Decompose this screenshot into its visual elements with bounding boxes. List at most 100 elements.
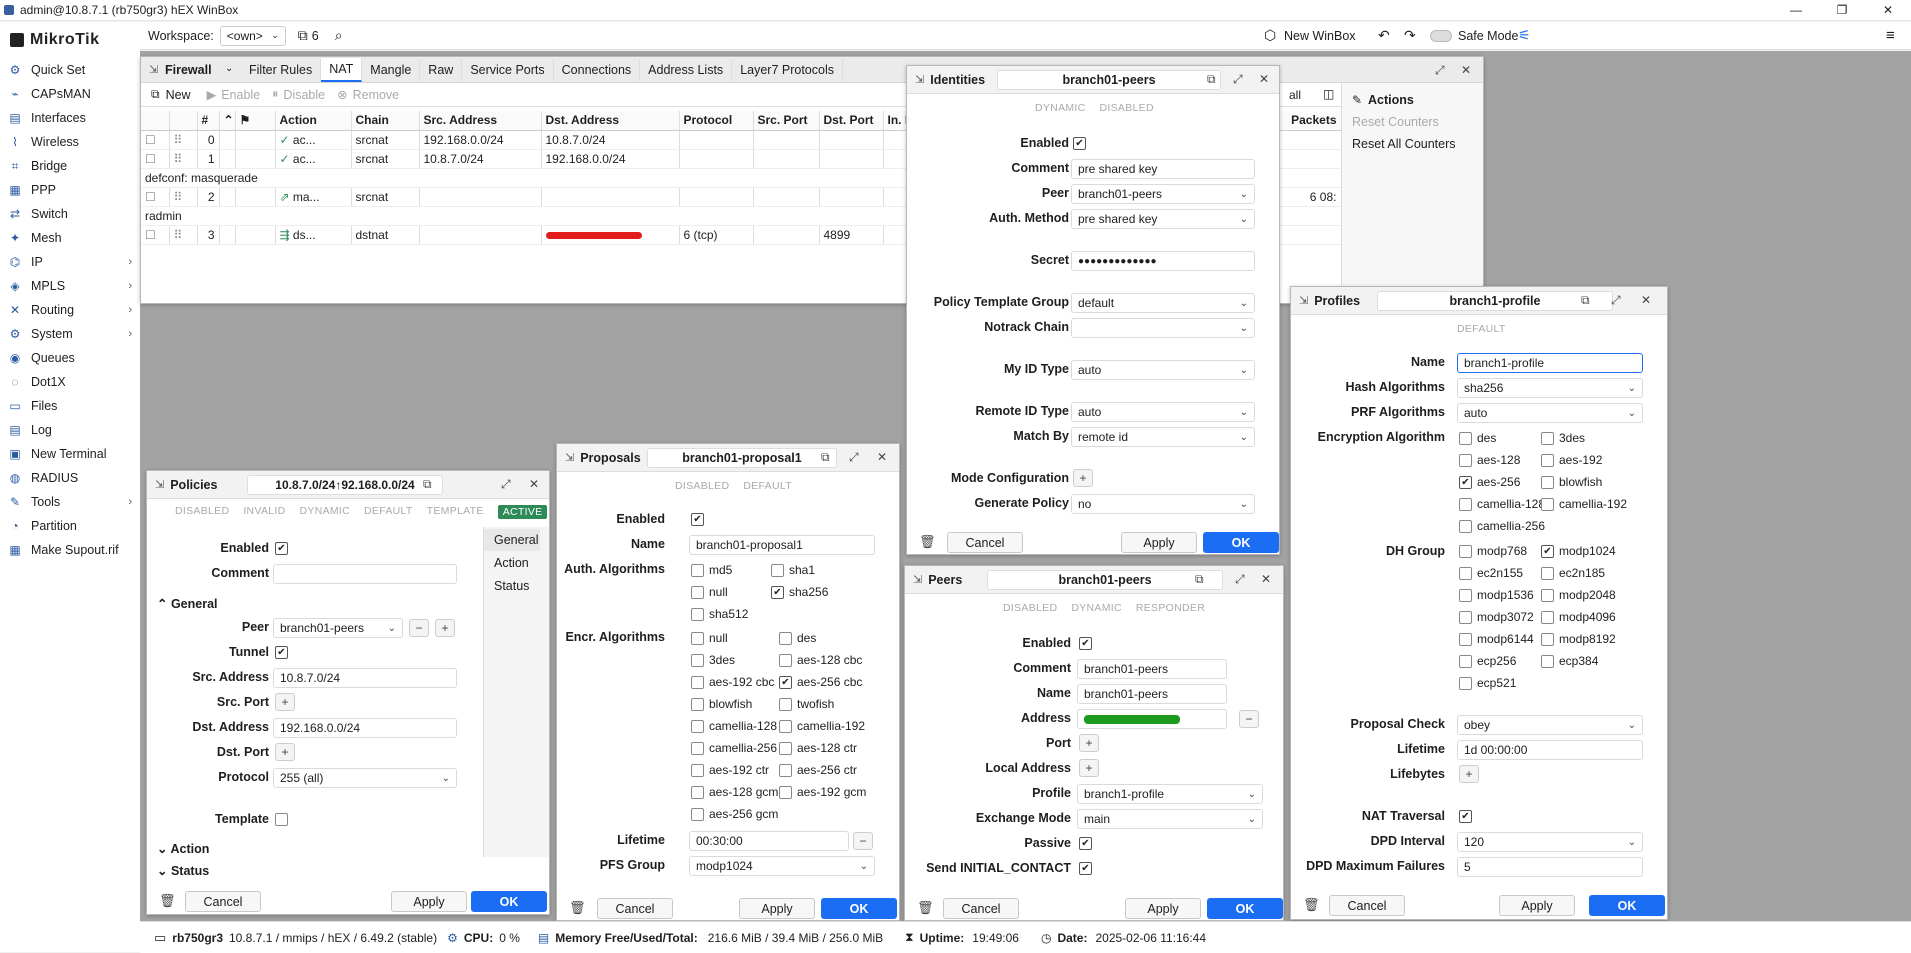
policy-template-group-select[interactable]: default ⌄ (1071, 293, 1255, 313)
reset-counters-button[interactable]: Reset Counters (1352, 115, 1439, 129)
tab-action[interactable]: Action (484, 552, 540, 574)
add-local-address-button[interactable]: + (1079, 759, 1099, 777)
option-checkbox[interactable] (1459, 655, 1472, 668)
option-checkbox[interactable] (1541, 633, 1554, 646)
tunnel-checkbox[interactable]: ✔ (275, 646, 288, 659)
option-checkbox[interactable] (1541, 432, 1554, 445)
row-checkbox[interactable]: ☐ (141, 130, 170, 150)
hash-algorithms-select[interactable]: sha256 ⌄ (1457, 378, 1643, 398)
option-checkbox[interactable] (691, 808, 704, 821)
tab-mangle[interactable]: Mangle (362, 59, 421, 81)
option-checkbox[interactable] (779, 764, 792, 777)
sidebar-item-ip[interactable]: ⌬ IP › (0, 250, 140, 274)
sidebar-item-tools[interactable]: ✎ Tools › (0, 490, 140, 514)
option-checkbox[interactable] (1541, 476, 1554, 489)
enable-button[interactable]: Enable (221, 88, 260, 102)
trash-icon[interactable]: 🗑 (917, 900, 934, 916)
option-checkbox[interactable] (1459, 454, 1472, 467)
close-icon[interactable]: ✕ (1259, 72, 1269, 86)
add-src-port-button[interactable]: + (275, 693, 295, 711)
column-header[interactable]: Src. Address (419, 111, 542, 131)
enabled-checkbox[interactable]: ✔ (1079, 637, 1092, 650)
undo-icon[interactable]: ↶ (1378, 27, 1390, 44)
proposal-check-select[interactable]: obey ⌄ (1457, 715, 1643, 735)
sidebar-item-switch[interactable]: ⇄ Switch (0, 202, 140, 226)
option-checkbox[interactable] (1541, 498, 1554, 511)
row-checkbox[interactable]: ☐ (141, 187, 170, 207)
new-winbox-button[interactable]: New WinBox (1284, 29, 1356, 43)
panel-toggle-icon[interactable]: ◫ (1323, 87, 1334, 101)
add-peer-button[interactable]: + (435, 619, 455, 637)
send-initial-contact-checkbox[interactable]: ✔ (1079, 862, 1092, 875)
ok-button[interactable]: OK (1203, 532, 1279, 553)
maximize-button[interactable]: ❐ (1819, 0, 1865, 21)
close-icon[interactable]: ✕ (877, 450, 887, 464)
menu-icon[interactable]: ≡ (1886, 27, 1895, 44)
protocol-select[interactable]: 255 (all) ⌄ (273, 768, 457, 788)
new-winbox-icon[interactable]: ⬡ (1264, 27, 1276, 44)
apply-button[interactable]: Apply (1125, 898, 1201, 919)
lifetime-field[interactable]: 00:30:00 (689, 831, 849, 851)
sidebar-item-files[interactable]: ▭ Files (0, 394, 140, 418)
sidebar-item-new-terminal[interactable]: ▣ New Terminal (0, 442, 140, 466)
tab-layer7-protocols[interactable]: Layer7 Protocols (732, 59, 843, 81)
firewall-menu-chevron-icon[interactable]: ⌄ (225, 63, 233, 74)
option-checkbox[interactable]: ✔ (1459, 476, 1472, 489)
option-checkbox[interactable] (691, 564, 704, 577)
sidebar-item-make-supout-rif[interactable]: ▦ Make Supout.rif (0, 538, 140, 562)
reset-all-counters-button[interactable]: Reset All Counters (1352, 137, 1456, 151)
tab-status[interactable]: Status (484, 575, 540, 597)
disable-button[interactable]: Disable (283, 88, 325, 102)
maximize-icon[interactable]: ⤢ (501, 477, 511, 492)
template-checkbox[interactable] (275, 813, 288, 826)
apply-button[interactable]: Apply (391, 891, 467, 912)
drag-handle-icon[interactable]: ⠿ (169, 225, 198, 245)
cancel-button[interactable]: Cancel (185, 891, 261, 912)
minimize-button[interactable]: — (1773, 0, 1819, 21)
maximize-icon[interactable]: ⤢ (1233, 72, 1243, 87)
tab-raw[interactable]: Raw (420, 59, 463, 81)
profile-select[interactable]: branch1-profile ⌄ (1077, 784, 1263, 804)
remove-lifetime-button[interactable]: − (853, 832, 873, 850)
cancel-button[interactable]: Cancel (1329, 895, 1405, 916)
option-checkbox[interactable] (691, 586, 704, 599)
column-header[interactable]: Chain (351, 111, 420, 131)
column-header[interactable]: Dst. Port (819, 111, 884, 131)
close-icon[interactable]: ✕ (1641, 293, 1651, 307)
sidebar-item-capsman[interactable]: ⌁ CAPsMAN (0, 82, 140, 106)
status-section-header[interactable]: ⌄ Status (157, 863, 209, 878)
option-checkbox[interactable] (691, 608, 704, 621)
cancel-button[interactable]: Cancel (947, 532, 1023, 553)
ok-button[interactable]: OK (1207, 898, 1283, 919)
ok-button[interactable]: OK (1589, 895, 1665, 916)
remove-button[interactable]: Remove (353, 88, 400, 102)
option-checkbox[interactable] (1459, 520, 1472, 533)
action-section-header[interactable]: ⌄ Action (157, 841, 209, 856)
sidebar-item-mesh[interactable]: ✦ Mesh (0, 226, 140, 250)
remove-address-button[interactable]: − (1239, 710, 1259, 728)
src-address-field[interactable]: 10.8.7.0/24 (273, 668, 457, 688)
peer-select[interactable]: branch01-peers ⌄ (1071, 184, 1255, 204)
drag-handle-icon[interactable]: ⠿ (169, 130, 198, 150)
apply-button[interactable]: Apply (739, 898, 815, 919)
comment-field[interactable] (273, 564, 457, 584)
sidebar-item-queues[interactable]: ◉ Queues (0, 346, 140, 370)
copy-icon[interactable]: ⧉ (1195, 572, 1204, 587)
option-checkbox[interactable] (1459, 611, 1472, 624)
exchange-mode-select[interactable]: main ⌄ (1077, 809, 1263, 829)
copy-icon[interactable]: ⧉ (1581, 293, 1590, 308)
sidebar-item-ppp[interactable]: ▦ PPP (0, 178, 140, 202)
option-checkbox[interactable] (1541, 611, 1554, 624)
option-checkbox[interactable] (1459, 545, 1472, 558)
remove-peer-button[interactable]: − (409, 619, 429, 637)
copy-icon[interactable]: ⧉ (1207, 72, 1216, 87)
secret-field[interactable]: ●●●●●●●●●●●●● (1071, 251, 1255, 271)
option-checkbox[interactable] (691, 654, 704, 667)
option-checkbox[interactable] (779, 742, 792, 755)
option-checkbox[interactable] (691, 786, 704, 799)
workspace-select[interactable]: <own> ⌄ (219, 25, 286, 46)
enabled-checkbox[interactable]: ✔ (1073, 137, 1086, 150)
ok-button[interactable]: OK (471, 891, 547, 912)
maximize-icon[interactable]: ⤢ (1435, 63, 1445, 78)
generate-policy-select[interactable]: no ⌄ (1071, 494, 1255, 514)
